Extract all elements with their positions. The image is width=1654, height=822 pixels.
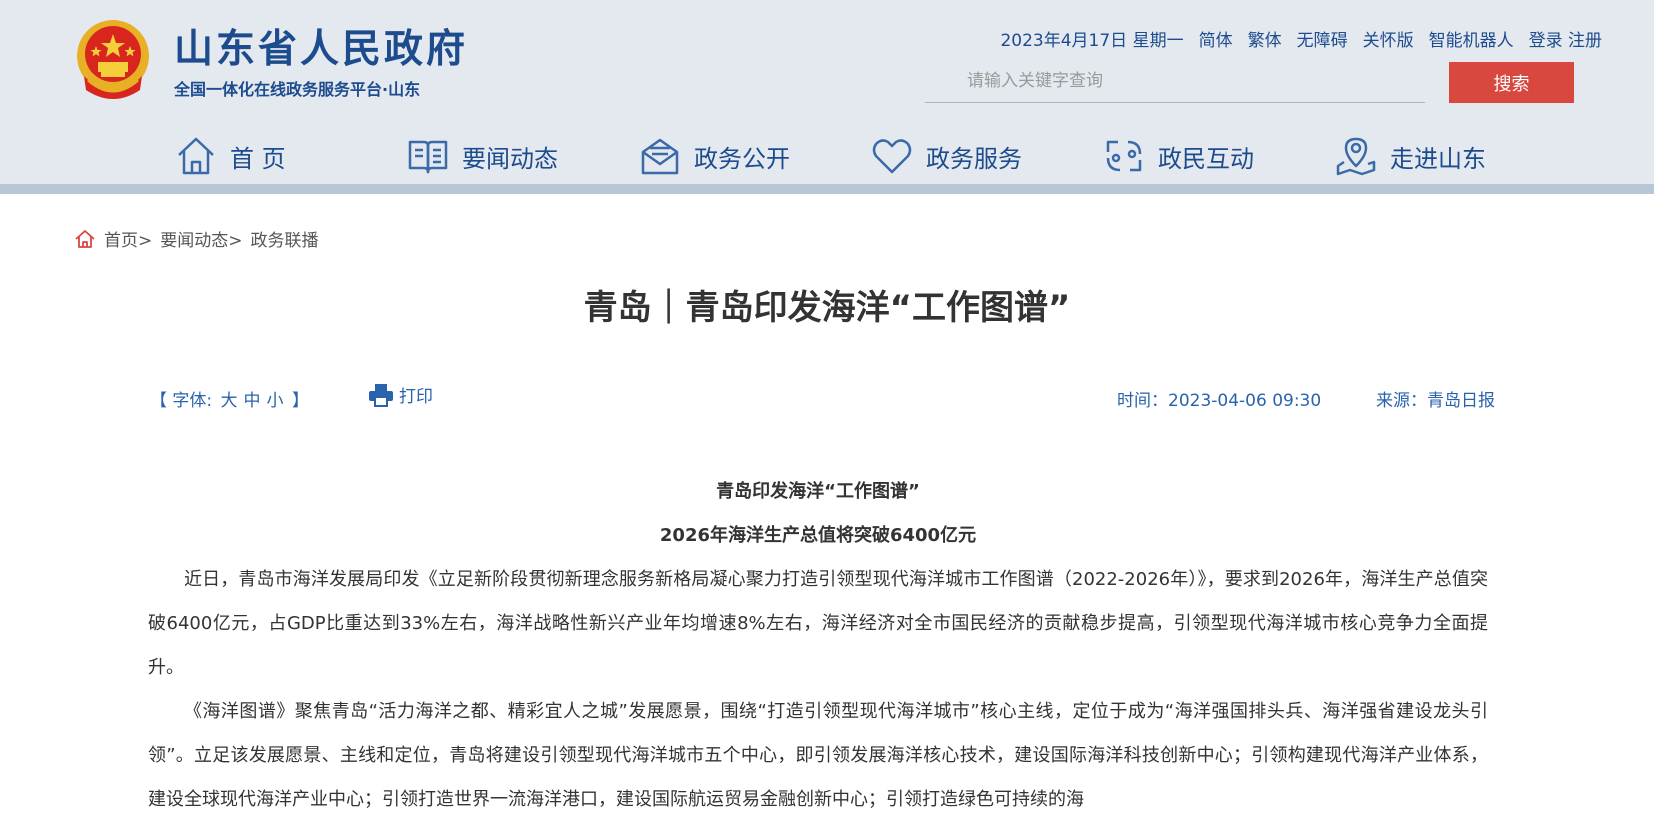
publish-time: 时间：2023-04-06 09:30 bbox=[1117, 391, 1322, 411]
accessibility-link[interactable]: 无障碍 bbox=[1297, 26, 1348, 51]
font-size-end: 】 bbox=[291, 391, 309, 411]
traditional-link[interactable]: 繁体 bbox=[1248, 26, 1282, 51]
care-version-link[interactable]: 关怀版 bbox=[1363, 26, 1414, 51]
breadcrumb-home[interactable]: 首页> bbox=[104, 226, 152, 251]
article-source: 来源：青岛日报 bbox=[1376, 391, 1495, 411]
font-size-label: 【 字体: bbox=[150, 391, 213, 411]
site-subtitle: 全国一体化在线政务服务平台·山东 bbox=[174, 80, 421, 99]
breadcrumb-news[interactable]: 要闻动态> bbox=[160, 226, 242, 251]
nav-news[interactable]: 要闻动态 bbox=[406, 134, 638, 178]
article-body: 青岛印发海洋“工作图谱” 2026年海洋生产总值将突破6400亿元 近日，青岛市… bbox=[148, 470, 1488, 822]
nav-gov-open[interactable]: 政务公开 bbox=[638, 134, 870, 178]
printer-icon bbox=[369, 383, 393, 407]
top-links: 2023年4月17日 星期一 简体 繁体 无障碍 关怀版 智能机器人 登录 注册 bbox=[1000, 26, 1602, 51]
nav-label: 首 页 bbox=[230, 144, 286, 173]
article-title: 青岛｜青岛印发海洋“工作图谱” bbox=[583, 288, 1071, 328]
interaction-icon bbox=[1106, 140, 1142, 172]
book-icon bbox=[408, 140, 448, 174]
nav-shandong[interactable]: 走进山东 bbox=[1334, 134, 1566, 178]
site-title[interactable]: 山东省人民政府 bbox=[174, 18, 468, 74]
font-size-small[interactable]: 小 bbox=[267, 391, 284, 411]
heart-icon bbox=[872, 139, 912, 174]
search-box bbox=[925, 62, 1425, 103]
simplified-link[interactable]: 简体 bbox=[1199, 26, 1233, 51]
home-icon[interactable] bbox=[74, 228, 96, 250]
font-size-medium[interactable]: 中 bbox=[244, 391, 261, 411]
nav-label: 走进山东 bbox=[1390, 144, 1486, 173]
nav-label: 政务服务 bbox=[926, 144, 1022, 173]
nav-label: 政务公开 bbox=[694, 144, 790, 173]
print-button[interactable]: 打印 bbox=[368, 382, 433, 407]
font-size-control: 【 字体: 大中小 】 bbox=[150, 386, 309, 411]
search-input[interactable] bbox=[925, 62, 1425, 100]
search-button[interactable]: 搜索 bbox=[1449, 62, 1574, 103]
breadcrumb: 首页> 要闻动态> 政务联播 bbox=[74, 226, 319, 251]
home-icon bbox=[178, 137, 214, 175]
main-nav: 首 页 要闻动态 政务公开 政务服务 政民互动 走进山东 bbox=[174, 134, 1566, 178]
breadcrumb-current[interactable]: 政务联播 bbox=[251, 226, 319, 251]
nav-home[interactable]: 首 页 bbox=[174, 134, 406, 178]
print-label: 打印 bbox=[399, 387, 433, 407]
body-paragraph: 《海洋图谱》聚焦青岛“活力海洋之都、精彩宜人之城”发展愿景，围绕“打造引领型现代… bbox=[148, 701, 1488, 810]
site-header: 山东省人民政府 全国一体化在线政务服务平台·山东 2023年4月17日 星期一 … bbox=[0, 0, 1654, 194]
nav-gov-service[interactable]: 政务服务 bbox=[870, 134, 1102, 178]
mail-icon bbox=[641, 138, 679, 175]
body-heading-2: 2026年海洋生产总值将突破6400亿元 bbox=[659, 525, 977, 546]
nav-label: 政民互动 bbox=[1158, 144, 1254, 173]
current-date: 2023年4月17日 星期一 bbox=[1000, 31, 1184, 51]
map-pin-icon bbox=[1336, 137, 1376, 176]
nav-interaction[interactable]: 政民互动 bbox=[1102, 134, 1334, 178]
body-paragraph: 近日，青岛市海洋发展局印发《立足新阶段贯彻新理念服务新格局凝心聚力打造引领型现代… bbox=[148, 569, 1488, 678]
nav-label: 要闻动态 bbox=[462, 144, 558, 173]
login-register-link[interactable]: 登录 注册 bbox=[1529, 26, 1602, 51]
body-heading-1: 青岛印发海洋“工作图谱” bbox=[716, 481, 920, 502]
national-emblem-icon bbox=[77, 20, 149, 99]
font-size-large[interactable]: 大 bbox=[221, 391, 238, 411]
robot-link[interactable]: 智能机器人 bbox=[1429, 26, 1514, 51]
